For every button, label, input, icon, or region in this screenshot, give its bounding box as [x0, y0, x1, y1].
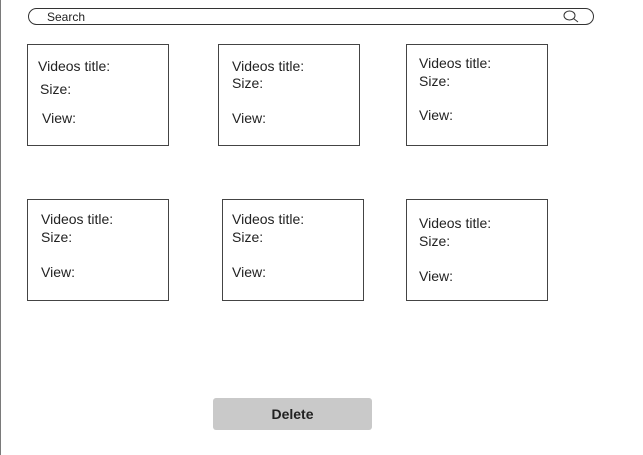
search-icon[interactable]: [563, 10, 579, 23]
video-view-label: View:: [42, 110, 76, 126]
video-view-label: View:: [41, 264, 75, 280]
video-size-label: Size:: [41, 229, 73, 245]
video-title-label: Videos title:: [419, 55, 492, 71]
video-title-label: Videos title:: [232, 58, 305, 74]
delete-button[interactable]: Delete: [213, 398, 372, 430]
video-size-label: Size:: [419, 233, 451, 249]
video-card[interactable]: Videos title: Size: View:: [222, 199, 364, 301]
video-title-label: Videos title:: [232, 211, 305, 227]
video-card[interactable]: Videos title: Size: View:: [406, 44, 548, 146]
video-size-label: Size:: [232, 229, 264, 245]
video-card[interactable]: Videos title: Size: View:: [406, 199, 548, 301]
search-bar[interactable]: Search: [28, 8, 594, 25]
video-view-label: View:: [419, 268, 453, 284]
video-view-label: View:: [232, 110, 266, 126]
video-title-label: Videos title:: [38, 58, 111, 74]
page-left-border: [0, 0, 1, 455]
video-card[interactable]: Videos title: Size: View:: [218, 44, 360, 146]
video-title-label: Videos title:: [41, 211, 114, 227]
video-size-label: Size:: [232, 75, 264, 91]
video-size-label: Size:: [40, 81, 72, 97]
video-size-label: Size:: [419, 73, 451, 89]
video-card[interactable]: Videos title: Size: View:: [27, 199, 169, 301]
video-view-label: View:: [232, 264, 266, 280]
video-card[interactable]: Videos title: Size: View:: [27, 44, 169, 146]
search-input[interactable]: Search: [47, 10, 85, 24]
video-view-label: View:: [419, 107, 453, 123]
video-title-label: Videos title:: [419, 215, 492, 231]
